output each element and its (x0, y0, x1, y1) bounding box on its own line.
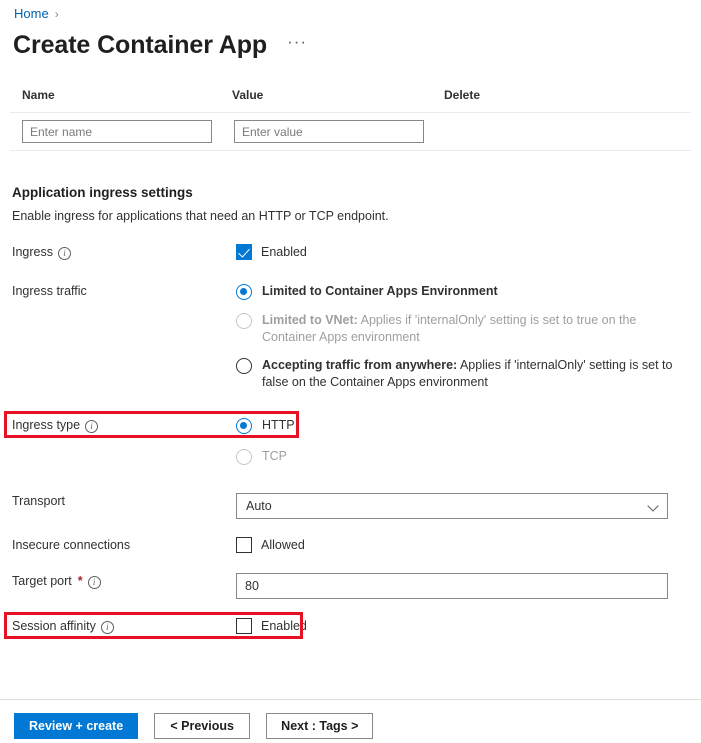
session-affinity-control-cell: Enabled (236, 618, 701, 634)
ingress-traffic-radio-group: Limited to Container Apps Environment Li… (236, 283, 701, 402)
env-name-input[interactable] (22, 120, 212, 143)
table-header-row: Name Value Delete (10, 88, 691, 112)
transport-control-cell: Auto (236, 493, 701, 519)
insecure-connections-label-cell: Insecure connections (0, 537, 236, 553)
radio-option-limited-container-apps[interactable]: Limited to Container Apps Environment (236, 283, 701, 300)
radio-bold-text: Limited to VNet: (262, 313, 358, 327)
info-icon[interactable]: i (101, 621, 114, 634)
env-var-table: Name Value Delete (10, 88, 691, 151)
radio-icon-accepting-anywhere[interactable] (236, 358, 252, 374)
session-affinity-checkbox-row[interactable]: Enabled (236, 618, 701, 634)
ingress-row: Ingress i Enabled (0, 244, 701, 260)
radio-bold-text: Limited to Container Apps Environment (262, 284, 498, 298)
chevron-right-icon: › (55, 7, 59, 21)
ingress-type-label: Ingress type (12, 418, 80, 432)
ingress-enabled-checkbox[interactable] (236, 244, 252, 260)
required-marker: * (78, 574, 83, 588)
radio-bold-text: Accepting traffic from anywhere: (262, 358, 457, 372)
target-port-label-cell: Target port * i (0, 573, 236, 599)
radio-icon-limited-vnet (236, 313, 252, 329)
radio-label-limited-vnet: Limited to VNet: Applies if 'internalOnl… (262, 312, 682, 345)
radio-option-http[interactable]: HTTP (236, 417, 701, 434)
info-icon[interactable]: i (85, 420, 98, 433)
radio-label-limited-container-apps: Limited to Container Apps Environment (262, 283, 498, 300)
section-title: Application ingress settings (12, 185, 193, 200)
target-port-label: Target port (12, 574, 72, 588)
insecure-connections-control-cell: Allowed (236, 537, 701, 553)
transport-label: Transport (12, 494, 65, 508)
radio-option-accepting-anywhere[interactable]: Accepting traffic from anywhere: Applies… (236, 357, 701, 390)
footer-button-row: Review + create < Previous Next : Tags > (14, 713, 373, 739)
transport-label-cell: Transport (0, 493, 236, 519)
ingress-type-row: Ingress type i HTTP TCP (0, 417, 701, 477)
table-divider-bottom (10, 150, 691, 151)
page-title: Create Container App (13, 30, 267, 60)
radio-option-tcp: TCP (236, 448, 701, 465)
ingress-type-label-cell: Ingress type i (0, 417, 236, 477)
ingress-traffic-label-cell: Ingress traffic (0, 283, 236, 402)
ingress-traffic-row: Ingress traffic Limited to Container App… (0, 283, 701, 402)
ingress-traffic-label: Ingress traffic (12, 284, 87, 298)
radio-icon-limited-container-apps[interactable] (236, 284, 252, 300)
session-affinity-row: Session affinity i Enabled (0, 618, 701, 634)
ingress-checkbox-row[interactable]: Enabled (236, 244, 701, 260)
ingress-control-cell: Enabled (236, 244, 701, 260)
footer-bar: Review + create < Previous Next : Tags > (0, 700, 701, 743)
more-options-icon[interactable]: ··· (283, 32, 311, 58)
radio-label-tcp: TCP (262, 448, 287, 465)
ingress-label: Ingress (12, 245, 53, 259)
ingress-type-radio-group: HTTP TCP (236, 417, 701, 477)
chevron-down-icon[interactable] (648, 501, 659, 512)
create-container-app-page: Home › Create Container App ··· Name Val… (0, 0, 701, 743)
section-description: Enable ingress for applications that nee… (12, 209, 389, 223)
transport-selected-value: Auto (246, 499, 272, 513)
radio-label-http: HTTP (262, 417, 295, 434)
env-value-input[interactable] (234, 120, 424, 143)
column-header-delete: Delete (444, 88, 564, 102)
ingress-label-cell: Ingress i (0, 244, 236, 260)
insecure-connections-checkbox-row[interactable]: Allowed (236, 537, 701, 553)
radio-label-accepting-anywhere: Accepting traffic from anywhere: Applies… (262, 357, 682, 390)
session-affinity-label: Session affinity (12, 619, 96, 633)
info-icon[interactable]: i (58, 247, 71, 260)
ingress-enabled-label: Enabled (261, 245, 307, 259)
breadcrumb: Home › (14, 6, 59, 21)
insecure-connections-allowed-checkbox[interactable] (236, 537, 252, 553)
column-header-value: Value (232, 88, 444, 102)
session-affinity-enabled-checkbox[interactable] (236, 618, 252, 634)
session-affinity-label-cell: Session affinity i (0, 618, 236, 634)
previous-button[interactable]: < Previous (154, 713, 250, 739)
session-affinity-enabled-label: Enabled (261, 619, 307, 633)
table-row (10, 113, 691, 150)
radio-icon-tcp (236, 449, 252, 465)
radio-icon-http[interactable] (236, 418, 252, 434)
target-port-row: Target port * i (0, 573, 701, 599)
review-create-button[interactable]: Review + create (14, 713, 138, 739)
insecure-connections-label: Insecure connections (12, 538, 130, 552)
transport-row: Transport Auto (0, 493, 701, 519)
column-header-name: Name (22, 88, 232, 102)
next-tags-button[interactable]: Next : Tags > (266, 713, 373, 739)
breadcrumb-home-link[interactable]: Home (14, 6, 49, 21)
transport-dropdown[interactable]: Auto (236, 493, 668, 519)
radio-option-limited-vnet: Limited to VNet: Applies if 'internalOnl… (236, 312, 701, 345)
insecure-connections-allowed-label: Allowed (261, 538, 305, 552)
info-icon[interactable]: i (88, 576, 101, 589)
title-row: Create Container App ··· (13, 30, 311, 60)
insecure-connections-row: Insecure connections Allowed (0, 537, 701, 553)
target-port-control-cell (236, 573, 701, 599)
target-port-input[interactable] (236, 573, 668, 599)
